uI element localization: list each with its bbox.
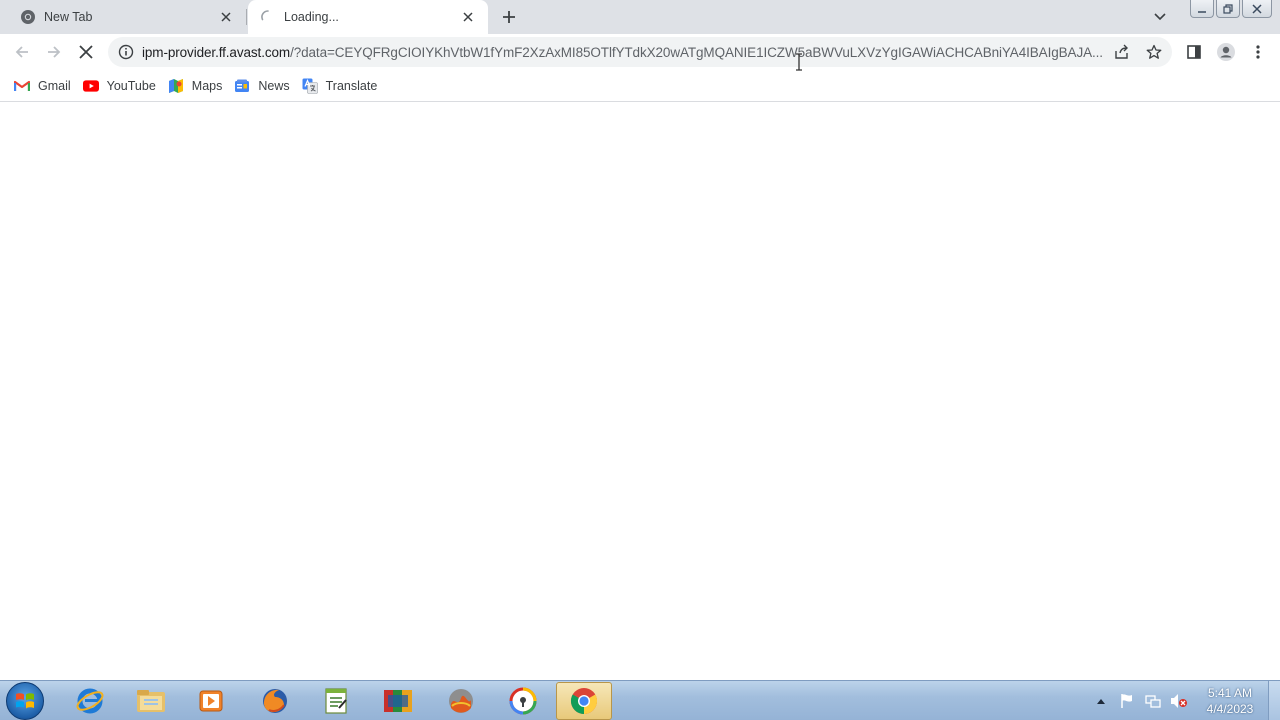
flag-icon: [1121, 694, 1132, 708]
app-icon: [449, 689, 473, 713]
stop-icon: [79, 45, 93, 59]
bookmark-maps[interactable]: Maps: [166, 73, 229, 99]
loading-spinner-icon: [260, 9, 276, 25]
stop-loading-button[interactable]: [72, 38, 100, 66]
forward-arrow-icon: [48, 46, 61, 58]
app-icon: [509, 687, 537, 715]
show-hidden-icons-button[interactable]: [1090, 690, 1112, 712]
volume-muted-icon: [1171, 694, 1187, 708]
bookmark-gmail[interactable]: Gmail: [12, 73, 77, 99]
taskbar-app[interactable]: [370, 682, 426, 720]
media-player-icon: [199, 690, 223, 712]
side-panel-button[interactable]: [1180, 38, 1208, 66]
taskbar-media-player[interactable]: [183, 682, 239, 720]
browser-toolbar: ipm-provider.ff.avast.com/?data=CEYQFRgC…: [0, 34, 1280, 70]
tab-new-tab[interactable]: New Tab: [8, 0, 246, 34]
close-tab-icon[interactable]: [216, 7, 236, 27]
address-bar[interactable]: ipm-provider.ff.avast.com/?data=CEYQFRgC…: [108, 37, 1172, 67]
page-content[interactable]: [0, 103, 1280, 680]
bookmark-label: Translate: [325, 78, 378, 93]
network-icon: [1145, 695, 1161, 708]
taskbar-app[interactable]: [433, 682, 489, 720]
tab-loading[interactable]: Loading...: [248, 0, 488, 34]
translate-icon: [302, 78, 318, 94]
tab-title: New Tab: [44, 10, 93, 24]
app-icon: [384, 690, 412, 712]
taskbar-file-explorer[interactable]: [123, 682, 179, 720]
news-icon: [234, 78, 250, 94]
taskbar-firefox[interactable]: [247, 682, 303, 720]
new-tab-button[interactable]: [498, 6, 520, 28]
tab-title: Loading...: [284, 10, 339, 24]
system-tray: 5:41 AM 4/4/2023: [1088, 681, 1280, 720]
back-button[interactable]: [8, 38, 36, 66]
file-explorer-icon: [137, 690, 165, 712]
profile-avatar-icon: [1217, 43, 1235, 61]
forward-button[interactable]: [40, 38, 68, 66]
bookmark-news[interactable]: News: [232, 73, 295, 99]
chevron-down-icon: [1154, 13, 1166, 21]
taskbar-app[interactable]: [495, 682, 551, 720]
windows-logo-icon: [16, 693, 34, 709]
system-clock[interactable]: 5:41 AM 4/4/2023: [1196, 685, 1264, 717]
minimize-icon: [1198, 10, 1206, 13]
more-vertical-icon: [1256, 45, 1260, 59]
taskbar-internet-explorer[interactable]: [62, 682, 118, 720]
bookmark-label: YouTube: [106, 78, 156, 93]
url-host: ipm-provider.ff.avast.com: [142, 44, 291, 60]
share-icon: [1115, 44, 1128, 59]
action-center-button[interactable]: [1116, 690, 1138, 712]
tab-separator: [246, 9, 247, 25]
bookmark-label: Maps: [191, 78, 223, 93]
chrome-icon: [570, 688, 598, 715]
profile-button[interactable]: [1212, 38, 1240, 66]
network-button[interactable]: [1142, 690, 1164, 712]
notepad-icon: [325, 688, 347, 714]
restore-button[interactable]: [1216, 0, 1240, 18]
minimize-button[interactable]: [1190, 0, 1214, 18]
internet-explorer-icon: [76, 688, 104, 714]
tab-strip: New Tab Loading...: [0, 0, 1280, 34]
chevron-up-icon: [1097, 699, 1105, 704]
bookmark-translate[interactable]: Translate: [300, 73, 384, 99]
url-path: /?data=CEYQFRgCIOIYKhVtbW1fYmF2XzAxMI85O…: [290, 44, 1103, 60]
windows-taskbar: 5:41 AM 4/4/2023: [0, 680, 1280, 720]
taskbar-notepad[interactable]: [308, 682, 364, 720]
start-button[interactable]: [6, 682, 44, 720]
close-icon: [1252, 3, 1262, 14]
chrome-icon: [20, 9, 36, 25]
bookmark-label: Gmail: [38, 78, 71, 93]
firefox-icon: [263, 689, 287, 713]
close-tab-icon[interactable]: [458, 7, 478, 27]
back-arrow-icon: [15, 46, 28, 58]
plus-icon: [503, 11, 515, 23]
text-cursor-icon: [796, 53, 802, 71]
bookmark-star-button[interactable]: [1140, 38, 1168, 66]
bookmark-youtube[interactable]: YouTube: [81, 73, 162, 99]
volume-button[interactable]: [1168, 690, 1190, 712]
restore-icon: [1223, 3, 1233, 14]
youtube-icon: [82, 78, 99, 94]
gmail-icon: [14, 78, 30, 94]
site-info-icon[interactable]: [118, 44, 134, 60]
clock-date: 4/4/2023: [1206, 702, 1254, 716]
close-window-button[interactable]: [1242, 0, 1272, 18]
url-text[interactable]: ipm-provider.ff.avast.com/?data=CEYQFRgC…: [142, 45, 1108, 60]
show-desktop-button[interactable]: [1268, 681, 1280, 720]
maps-icon: [168, 78, 184, 94]
star-icon: [1146, 44, 1162, 59]
share-button[interactable]: [1108, 38, 1136, 66]
bookmark-label: News: [258, 78, 290, 93]
tab-search-button[interactable]: [1150, 7, 1170, 27]
bookmarks-bar: Gmail YouTube Maps News Translate: [0, 70, 1280, 102]
window-controls: [1188, 0, 1272, 18]
menu-button[interactable]: [1244, 38, 1272, 66]
side-panel-icon: [1187, 45, 1201, 59]
clock-time: 5:41 AM: [1207, 686, 1253, 700]
taskbar-chrome[interactable]: [556, 682, 612, 720]
